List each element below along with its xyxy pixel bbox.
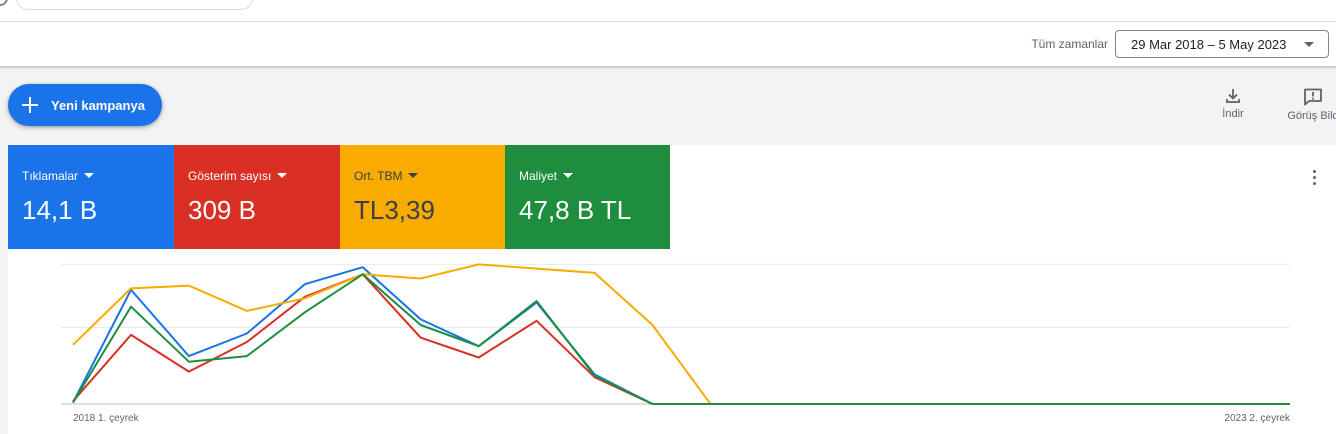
feedback-button[interactable]: Görüş Bild — [1278, 88, 1336, 122]
x-axis-start-label: 2018 1. çeyrek — [73, 413, 140, 424]
series-line-maliyet — [72, 273, 1290, 405]
download-icon — [1226, 89, 1240, 103]
top-search-bar — [0, 0, 1336, 22]
search-icon[interactable] — [0, 0, 8, 6]
feedback-icon — [1304, 88, 1322, 106]
performance-chart: 2018 1. çeyrek 2023 2. çeyrek — [61, 263, 1291, 424]
plus-icon — [22, 97, 38, 113]
download-button[interactable]: İndir — [1212, 88, 1254, 120]
dropdown-arrow-icon — [1304, 42, 1314, 47]
performance-card: Tıklamalar 14,1 B Gösterim sayısı 309 B … — [8, 145, 1336, 434]
date-range-dropdown[interactable]: 29 Mar 2018 – 5 May 2023 — [1115, 30, 1329, 58]
date-range-label: Tüm zamanlar — [1031, 37, 1108, 51]
feedback-label: Görüş Bild — [1287, 110, 1336, 122]
new-campaign-label: Yeni kampanya — [51, 98, 145, 113]
search-input[interactable] — [16, 0, 253, 10]
download-label: İndir — [1222, 108, 1244, 120]
new-campaign-button[interactable]: Yeni kampanya — [8, 84, 162, 126]
x-axis-end-label: 2023 2. çeyrek — [1224, 413, 1291, 424]
date-toolbar: Tüm zamanlar 29 Mar 2018 – 5 May 2023 — [0, 22, 1336, 67]
chart-lines — [72, 263, 1290, 405]
date-range-value: 29 Mar 2018 – 5 May 2023 — [1131, 37, 1287, 52]
series-line-gösterim-sayısı — [72, 273, 1290, 405]
